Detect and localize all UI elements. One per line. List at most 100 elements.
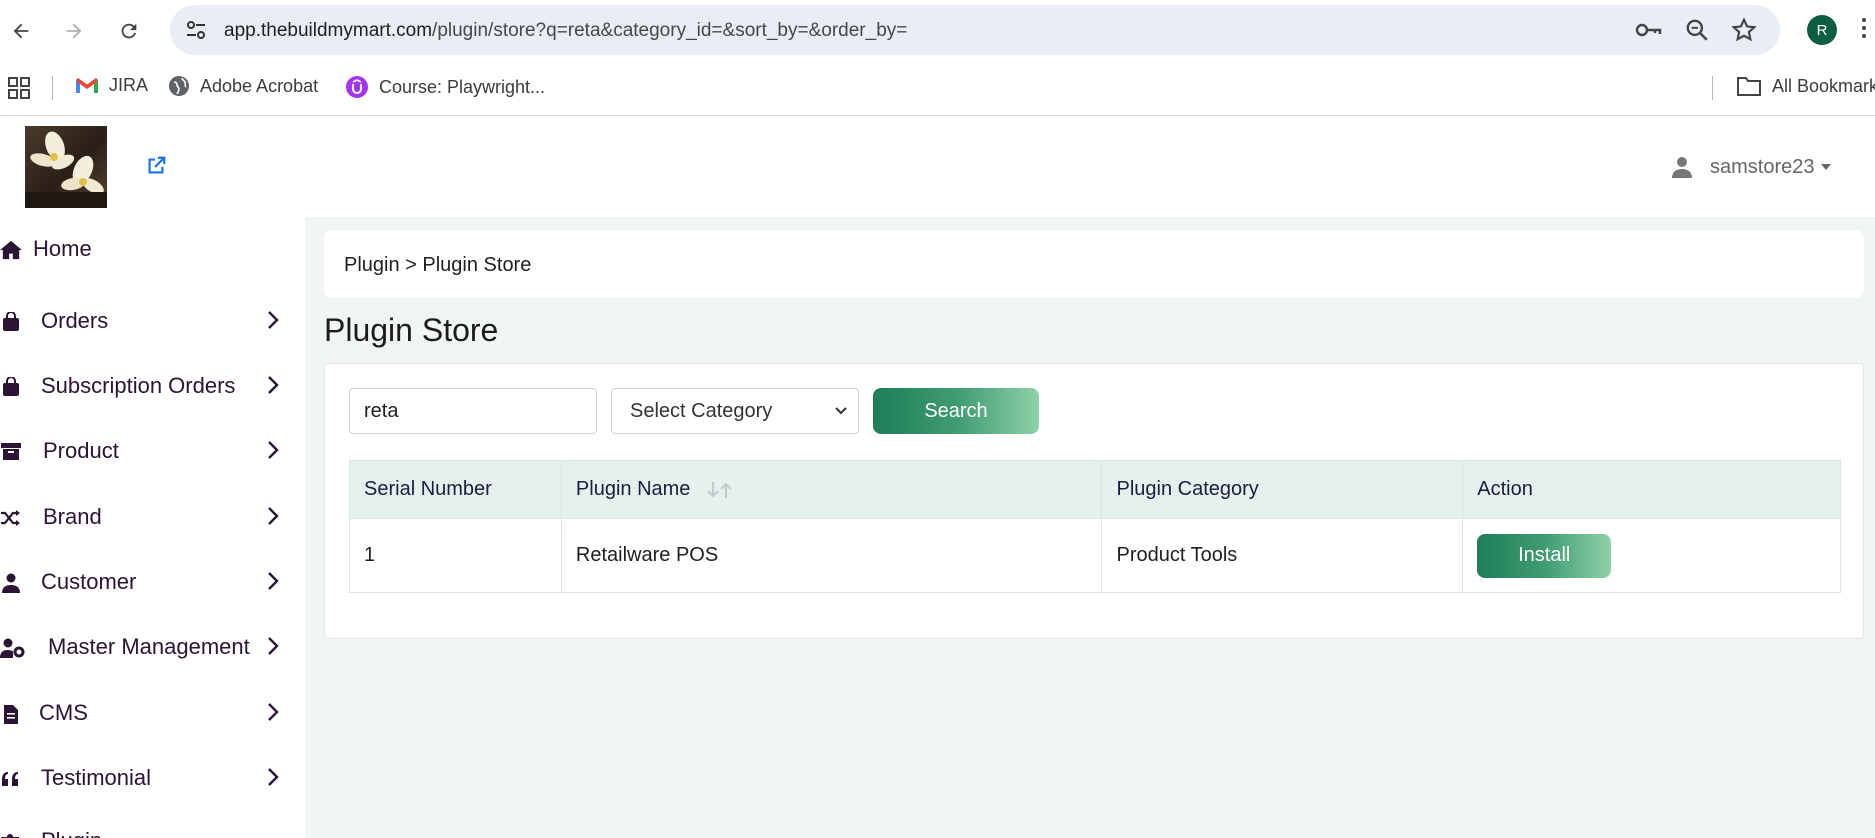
bookmark-course-playwright[interactable]: Course: Playwright... (345, 75, 545, 99)
sidebar-item-customer[interactable]: Customer (0, 562, 290, 602)
udemy-icon (346, 76, 368, 98)
reload-icon (121, 23, 137, 39)
folder-icon (1737, 77, 1761, 96)
sidebar-item-product[interactable]: Product (0, 431, 290, 471)
plugin-store-panel: Select Category Search Serial Number Plu… (324, 363, 1864, 639)
category-select[interactable]: Select Category (611, 388, 859, 434)
sidebar-item-testimonial[interactable]: Testimonial (0, 758, 290, 798)
search-button[interactable]: Search (873, 388, 1039, 434)
browser-menu-button[interactable] (1862, 18, 1866, 42)
url-text[interactable]: app.thebuildmymart.com/plugin/store?q=re… (224, 20, 907, 42)
shopping-bag-icon (0, 311, 22, 333)
caret-down-icon (1820, 164, 1831, 170)
sidebar-item-label: Orders (41, 308, 109, 333)
sidebar-item-label: Master Management (48, 634, 250, 659)
bookmark-adobe-acrobat[interactable]: Adobe Acrobat (168, 75, 318, 97)
profile-initial: R (1816, 21, 1828, 39)
install-button[interactable]: Install (1477, 533, 1612, 578)
cell-plugin-name: Retailware POS (560, 518, 1103, 593)
browser-toolbar: app.thebuildmymart.com/plugin/store?q=re… (0, 0, 1875, 60)
key-icon[interactable] (1635, 17, 1663, 43)
header-label: Plugin Category (1116, 478, 1259, 500)
chevron-right-icon (268, 637, 279, 655)
table-row: 1 Retailware POS Product Tools Install (349, 518, 1841, 593)
external-link-icon[interactable] (145, 155, 167, 177)
breadcrumb-card: Plugin > Plugin Store (324, 230, 1864, 298)
apps-grid-icon[interactable] (8, 77, 30, 99)
user-menu[interactable]: samstore23 (1670, 155, 1831, 179)
address-bar[interactable]: app.thebuildmymart.com/plugin/store?q=re… (170, 5, 1780, 55)
user-icon (1672, 157, 1692, 178)
sidebar-item-subscription-orders[interactable]: Subscription Orders (0, 366, 290, 406)
arrow-right-icon (66, 23, 82, 39)
chevron-right-icon (268, 768, 279, 786)
chevron-right-icon (268, 376, 279, 394)
sidebar-item-label: Brand (43, 504, 102, 529)
chevron-down-icon (835, 407, 847, 415)
all-bookmarks-label: All Bookmark (1772, 75, 1875, 96)
sidebar-item-label: Testimonial (41, 765, 152, 790)
forward-button[interactable] (57, 14, 91, 48)
reload-button[interactable] (112, 14, 146, 48)
bookmark-label: Adobe Acrobat (200, 75, 319, 96)
plugin-table: Serial Number Plugin Name Plugin Categor… (349, 460, 1841, 593)
sidebar-item-label: CMS (39, 700, 88, 725)
shopping-bag-icon (0, 376, 22, 398)
sidebar-item-plugin[interactable]: Plugin (0, 821, 290, 838)
sidebar-item-label: Subscription Orders (41, 373, 236, 398)
quote-icon (0, 768, 22, 790)
bookmark-label: Course: Playwright... (379, 76, 546, 97)
bookmark-label: JIRA (109, 75, 149, 95)
store-logo[interactable] (25, 126, 107, 208)
sidebar-item-orders[interactable]: Orders (0, 301, 290, 341)
archive-box-icon (0, 441, 22, 463)
globe-icon (169, 76, 189, 96)
sidebar-item-label: Home (33, 236, 92, 261)
chevron-right-icon (268, 311, 279, 329)
header-label: Serial Number (364, 478, 492, 500)
table-header-row: Serial Number Plugin Name Plugin Categor… (349, 460, 1841, 519)
file-icon (0, 703, 22, 725)
breadcrumb[interactable]: Plugin > Plugin Store (344, 254, 531, 277)
chevron-right-icon (268, 441, 279, 459)
puzzle-icon (0, 831, 22, 838)
header-label: Action (1477, 478, 1533, 500)
sidebar-item-home[interactable]: Home (0, 229, 290, 269)
column-header-action: Action (1462, 460, 1841, 519)
bookmarks-bar: JIRA Adobe Acrobat Course: Playwright...… (0, 60, 1875, 116)
column-header-plugin-category: Plugin Category (1101, 460, 1464, 519)
search-input[interactable] (349, 388, 597, 434)
chevron-right-icon (268, 703, 279, 721)
bookmark-separator (1712, 76, 1713, 100)
profile-avatar[interactable]: R (1807, 15, 1837, 45)
back-button[interactable] (4, 14, 38, 48)
star-icon[interactable] (1731, 17, 1757, 43)
zoom-icon[interactable] (1684, 17, 1710, 43)
sidebar-item-brand[interactable]: Brand (0, 497, 290, 537)
chevron-right-icon (268, 507, 279, 525)
cell-plugin-category: Product Tools (1101, 518, 1464, 593)
gmail-icon (76, 77, 98, 93)
username: samstore23 (1710, 155, 1815, 178)
orchid-image (25, 131, 107, 208)
bookmark-separator (52, 76, 53, 100)
user-gear-icon (0, 637, 26, 659)
url-host: app.thebuildmymart.com (224, 20, 433, 41)
sidebar-item-cms[interactable]: CMS (0, 693, 290, 733)
sidebar-item-label: Customer (41, 569, 137, 594)
shuffle-icon (0, 507, 22, 529)
main-content: Plugin > Plugin Store Plugin Store Selec… (305, 217, 1875, 838)
arrow-left-icon (13, 23, 29, 39)
user-icon (0, 572, 22, 594)
sort-icon[interactable] (706, 481, 734, 499)
bookmark-jira[interactable]: JIRA (75, 75, 148, 96)
sidebar-item-label: Product (43, 438, 119, 463)
category-select-value: Select Category (630, 399, 773, 422)
site-settings-icon[interactable] (184, 18, 208, 42)
all-bookmarks[interactable]: All Bookmark (1736, 75, 1875, 97)
chevron-right-icon (268, 572, 279, 590)
header-label: Plugin Name (575, 478, 691, 500)
sidebar-item-master-management[interactable]: Master Management (0, 627, 290, 667)
app-header: samstore23 (0, 117, 1875, 217)
column-header-plugin-name[interactable]: Plugin Name (560, 460, 1103, 519)
